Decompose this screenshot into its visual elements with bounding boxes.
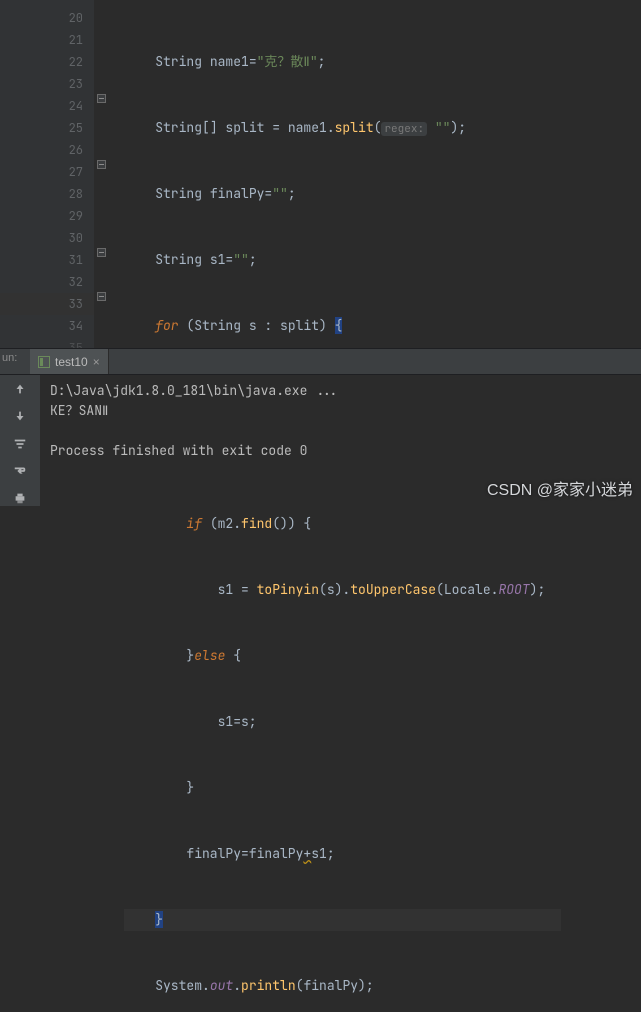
- console-line: KE？SANⅡ: [50, 402, 108, 419]
- run-tab-label: test10: [55, 355, 88, 369]
- print-icon[interactable]: [12, 491, 28, 506]
- line-number: 30: [0, 227, 94, 249]
- code-line[interactable]: if (m2.find()) {: [124, 513, 561, 535]
- line-number: 25: [0, 117, 94, 139]
- fold-toggle-icon[interactable]: [97, 160, 106, 169]
- code-line[interactable]: }: [124, 777, 561, 799]
- console-output[interactable]: D:\Java\jdk1.8.0_181\bin\java.exe ... KE…: [40, 375, 641, 506]
- fold-column: [94, 0, 112, 348]
- line-number: 20: [0, 7, 94, 29]
- run-label: un:: [2, 352, 17, 364]
- line-number: 29: [0, 205, 94, 227]
- fold-toggle-icon[interactable]: [97, 94, 106, 103]
- step-down-icon[interactable]: [12, 408, 28, 423]
- filter-icon[interactable]: [12, 436, 28, 451]
- code-line[interactable]: String[] split = name1.split(regex: "");: [124, 117, 561, 139]
- line-number: 33: [0, 293, 94, 315]
- line-number: 32: [0, 271, 94, 293]
- line-number-gutter: 20 21 22 23 24 25 26 27 28 29 30 31 32 3…: [0, 0, 94, 348]
- code-line[interactable]: finalPy=finalPy+s1;: [124, 843, 561, 865]
- code-line[interactable]: }else {: [124, 645, 561, 667]
- line-number: 21: [0, 29, 94, 51]
- line-number: 26: [0, 139, 94, 161]
- line-number: 22: [0, 51, 94, 73]
- code-area[interactable]: String name1="克？散Ⅱ"; String[] split = na…: [94, 0, 561, 348]
- line-number: 34: [0, 315, 94, 337]
- code-editor[interactable]: 20 21 22 23 24 25 26 27 28 29 30 31 32 3…: [0, 0, 641, 348]
- code-line[interactable]: s1 = toPinyin(s).toUpperCase(Locale.ROOT…: [124, 579, 561, 601]
- line-number: 28: [0, 183, 94, 205]
- code-line[interactable]: String s1="";: [124, 249, 561, 271]
- console-line: Process finished with exit code 0: [50, 442, 307, 459]
- close-icon[interactable]: ×: [93, 355, 100, 369]
- code-line[interactable]: String name1="克？散Ⅱ";: [124, 51, 561, 73]
- code-line[interactable]: }: [124, 909, 561, 931]
- line-number: 27: [0, 161, 94, 183]
- run-tab[interactable]: test10 ×: [30, 349, 109, 374]
- console-line: D:\Java\jdk1.8.0_181\bin\java.exe ...: [50, 382, 339, 399]
- run-toolbar: [0, 375, 40, 506]
- fold-toggle-icon[interactable]: [97, 248, 106, 257]
- line-number: 24: [0, 95, 94, 117]
- code-line[interactable]: String finalPy="";: [124, 183, 561, 205]
- fold-toggle-icon[interactable]: [97, 292, 106, 301]
- run-tab-bar: test10 ×: [0, 349, 641, 375]
- code-line[interactable]: s1=s;: [124, 711, 561, 733]
- wrap-icon[interactable]: [12, 463, 28, 478]
- run-config-icon: [38, 356, 50, 368]
- code-line[interactable]: System.out.println(finalPy);: [124, 975, 561, 997]
- run-panel: un: test10 × D:\Java\jdk1.8.0_181\bin\ja…: [0, 348, 641, 506]
- line-number: 31: [0, 249, 94, 271]
- code-line[interactable]: for (String s : split) {: [124, 315, 561, 337]
- param-hint: regex:: [381, 122, 427, 136]
- line-number: 23: [0, 73, 94, 95]
- step-up-icon[interactable]: [12, 381, 28, 396]
